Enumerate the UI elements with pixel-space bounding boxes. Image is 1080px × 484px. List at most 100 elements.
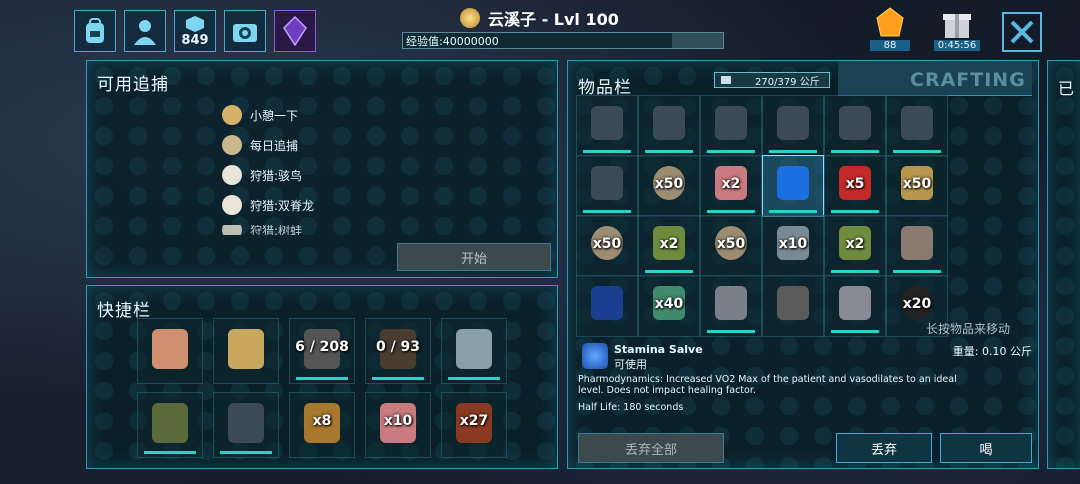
durability-bar bbox=[220, 451, 272, 454]
hotbar-slot-quantity: x8 bbox=[312, 413, 332, 429]
durability-bar bbox=[831, 330, 879, 333]
item-half-life: Half Life: 180 seconds bbox=[578, 402, 684, 413]
hotbar-slot[interactable]: 6 / 208 bbox=[289, 318, 355, 384]
gift-timer[interactable]: 0:45:56 bbox=[934, 6, 980, 51]
inventory-slot[interactable] bbox=[638, 95, 700, 157]
inventory-slot[interactable] bbox=[700, 275, 762, 337]
gems-counter[interactable]: 88 bbox=[870, 6, 910, 51]
tracking-item[interactable]: 小憩一下 bbox=[222, 105, 298, 125]
hotbar-slot-quantity: 0 / 93 bbox=[375, 339, 421, 355]
inventory-slot[interactable] bbox=[886, 95, 948, 157]
inventory-slot-quantity: x50 bbox=[654, 176, 684, 192]
tracking-title: 可用追捕 bbox=[97, 75, 169, 95]
drop-button[interactable]: 丢弃 bbox=[836, 433, 932, 463]
hotbar-slot-quantity: x27 bbox=[459, 413, 489, 429]
item-usable: 可使用 bbox=[614, 358, 647, 371]
inventory-slot[interactable]: x10 bbox=[762, 215, 824, 277]
engrams-button[interactable]: 849 bbox=[174, 10, 216, 52]
hotbar-slot[interactable]: x27 bbox=[441, 392, 507, 458]
settings-camera-icon[interactable] bbox=[224, 10, 266, 52]
xp-label: 经验值:40000000 bbox=[406, 35, 499, 48]
inventory-slot[interactable]: x50 bbox=[638, 155, 700, 217]
hotbar-slot[interactable]: x10 bbox=[365, 392, 431, 458]
hotbar-panel: 快捷栏 6 / 208 0 / 93 x8 x10 x27 bbox=[86, 285, 558, 469]
skull-icon bbox=[222, 195, 242, 215]
inventory-slot[interactable] bbox=[824, 275, 886, 337]
inventory-slot-quantity: x2 bbox=[845, 236, 865, 252]
crafting-tab-label: CRAFTING bbox=[910, 69, 1026, 91]
hotbar-slot[interactable] bbox=[213, 392, 279, 458]
tracking-item[interactable]: 狩猎:骇鸟 bbox=[222, 165, 302, 185]
inventory-slot[interactable]: x2 bbox=[638, 215, 700, 277]
inventory-slot[interactable] bbox=[824, 95, 886, 157]
hotbar-slot[interactable]: 0 / 93 bbox=[365, 318, 431, 384]
claw-icon bbox=[839, 286, 871, 320]
hotbar-slot[interactable] bbox=[137, 318, 203, 384]
inventory-slot[interactable] bbox=[700, 95, 762, 157]
inventory-panel: 物品栏 270/379 公斤 CRAFTING x50 x2 x5 x50 x50 x2 x… bbox=[567, 60, 1039, 469]
backpack-item-icon bbox=[901, 106, 933, 140]
tracking-item[interactable]: 狩猎:树蛙 bbox=[222, 225, 302, 235]
backpack-item-icon bbox=[715, 106, 747, 140]
backpack-item-icon bbox=[777, 106, 809, 140]
tool-icon bbox=[777, 286, 809, 320]
durability-bar bbox=[707, 210, 755, 213]
drop-all-button[interactable]: 丢弃全部 bbox=[578, 433, 724, 463]
hotbar-slot-quantity: x10 bbox=[383, 413, 413, 429]
backpack-item-icon bbox=[591, 106, 623, 140]
engrams-icon bbox=[186, 15, 204, 32]
durability-bar bbox=[372, 377, 424, 380]
inventory-slot[interactable]: x40 bbox=[638, 275, 700, 337]
inventory-slot[interactable] bbox=[576, 155, 638, 217]
inventory-slot-quantity: x2 bbox=[721, 176, 741, 192]
inventory-slot-quantity: x2 bbox=[659, 236, 679, 252]
crafting-tab[interactable]: CRAFTING bbox=[838, 61, 1032, 96]
skull-icon bbox=[222, 225, 242, 235]
tracking-item-label: 狩猎:骇鸟 bbox=[250, 168, 303, 183]
close-icon bbox=[1010, 20, 1034, 44]
player-icon[interactable] bbox=[124, 10, 166, 52]
inventory-slot[interactable]: x2 bbox=[700, 155, 762, 217]
stamina-salve-detail-icon bbox=[582, 343, 608, 369]
backpack-icon[interactable] bbox=[74, 10, 116, 52]
backpack-item-icon bbox=[653, 106, 685, 140]
inventory-slot[interactable] bbox=[762, 275, 824, 337]
weight-value: 270/379 公斤 bbox=[755, 76, 820, 88]
engram-points: 849 bbox=[181, 32, 209, 48]
hotbar-slot[interactable] bbox=[137, 392, 203, 458]
hotbar-slot[interactable] bbox=[213, 318, 279, 384]
inventory-slot[interactable] bbox=[886, 215, 948, 277]
canteen-icon bbox=[152, 403, 188, 443]
durability-bar bbox=[645, 270, 693, 273]
skull-icon bbox=[222, 165, 242, 185]
inventory-slot[interactable]: x50 bbox=[886, 155, 948, 217]
inventory-slot[interactable] bbox=[576, 95, 638, 157]
close-button[interactable] bbox=[1002, 12, 1042, 52]
hotbar-slot[interactable] bbox=[441, 318, 507, 384]
inventory-slot[interactable] bbox=[762, 95, 824, 157]
right-panel-title: 已 bbox=[1058, 79, 1075, 98]
durability-bar bbox=[893, 270, 941, 273]
tracking-item[interactable]: 狩猎:双脊龙 bbox=[222, 195, 314, 215]
inventory-slot[interactable]: x50 bbox=[700, 215, 762, 277]
inventory-slot[interactable]: x5 bbox=[824, 155, 886, 217]
hotbar-slot[interactable]: x8 bbox=[289, 392, 355, 458]
medal-icon bbox=[460, 8, 480, 28]
durability-bar bbox=[144, 451, 196, 454]
inventory-slot[interactable] bbox=[576, 275, 638, 337]
inventory-slot[interactable]: x2 bbox=[824, 215, 886, 277]
inventory-slot[interactable]: x50 bbox=[576, 215, 638, 277]
durability-bar bbox=[707, 330, 755, 333]
tracking-item[interactable]: 每日追捕 bbox=[222, 135, 298, 155]
durability-bar bbox=[707, 150, 755, 153]
inventory-slot-quantity: x50 bbox=[716, 236, 746, 252]
hand-icon bbox=[152, 329, 188, 369]
xp-bar: 经验值:40000000 bbox=[402, 32, 724, 49]
start-button[interactable]: 开始 bbox=[397, 243, 551, 271]
inventory-slot[interactable] bbox=[762, 155, 824, 217]
tracking-item-label: 小憩一下 bbox=[250, 108, 299, 123]
gift-icon bbox=[943, 14, 971, 38]
tribe-crystal-icon[interactable] bbox=[274, 10, 316, 52]
clock-icon bbox=[222, 135, 242, 155]
drink-button[interactable]: 喝 bbox=[940, 433, 1032, 463]
